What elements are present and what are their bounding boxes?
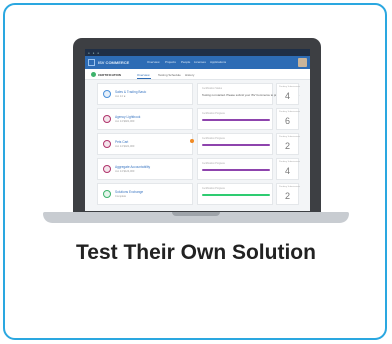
certification-icon (91, 72, 96, 77)
app-badge-icon (103, 90, 111, 98)
window-titlebar: ● ● ● (85, 49, 310, 56)
item-name[interactable]: Agency Lightbook (115, 115, 140, 119)
item-summary[interactable]: Solutions Exchange Complete (97, 183, 193, 205)
item-summary[interactable]: Pets Cart Jun 14 $421,000 (97, 133, 194, 155)
page-title: CERTIFICATION (98, 72, 121, 77)
status-label: Certification Status (202, 87, 223, 90)
item-status: Certification Status Testing not started.… (197, 83, 299, 105)
list-item[interactable]: Sales & Trading Basic Jun 14 ★ Certificati… (97, 83, 301, 105)
item-meta: Jun 14 $921,000 (115, 120, 135, 123)
progress-bar (202, 144, 270, 146)
nav-item-licenses[interactable]: Licenses (194, 60, 206, 64)
item-name[interactable]: Solutions Exchange (115, 190, 143, 194)
nav-item-applications[interactable]: Applications (210, 60, 226, 64)
item-summary[interactable]: Aggregate Accountability Jun 14 $124,000 (97, 158, 193, 180)
item-summary[interactable]: Sales & Trading Basic Jun 14 ★ (97, 83, 193, 105)
count-label: Pending Submissions (279, 186, 301, 188)
app-badge-icon (103, 115, 111, 123)
item-meta: Jun 14 ★ (115, 95, 126, 98)
count-label: Pending Submissions (279, 111, 301, 113)
list-item[interactable]: Pets Cart Jun 14 $421,000 Certification Pr… (97, 133, 301, 155)
nav-item-people[interactable]: People (181, 60, 190, 64)
card-caption: Test Their Own Solution (76, 241, 316, 264)
list-item[interactable]: Solutions Exchange Complete Certification … (97, 183, 301, 205)
list-item[interactable]: Aggregate Accountability Jun 14 $124,000 C… (97, 158, 301, 180)
laptop-notch (172, 212, 220, 216)
item-name[interactable]: Sales & Trading Basic (115, 90, 146, 94)
item-count: Pending Submissions 4 (276, 83, 301, 105)
item-status: Certification Progress (197, 133, 273, 155)
list-item[interactable]: Agency Lightbook Jun 14 $921,000 Certifica… (97, 108, 301, 130)
progress-bar (202, 169, 270, 171)
item-status: Certification Progress (197, 108, 273, 130)
avatar[interactable] (298, 58, 307, 67)
app-badge-icon (103, 190, 111, 198)
app-badge-icon (103, 140, 111, 148)
status-label: Certification Progress (202, 112, 225, 115)
tab-overview[interactable]: Overview (137, 73, 150, 77)
item-name[interactable]: Pets Cart (115, 140, 128, 144)
active-tab-indicator (137, 78, 151, 79)
app-brand: ISV COMMERCE (98, 60, 130, 65)
item-count: Pending Submissions 2 (276, 183, 301, 205)
item-count: Pending Submissions 4 (276, 158, 301, 180)
nav-item-overview[interactable]: Overview (147, 60, 160, 64)
app-badge-icon (103, 165, 111, 173)
nav-item-projects[interactable]: Projects (165, 60, 176, 64)
item-status: Certification Progress (197, 183, 273, 205)
item-meta: Complete (115, 195, 127, 198)
status-label: Certification Progress (202, 162, 225, 165)
count-value: 2 (284, 141, 290, 151)
subheader: CERTIFICATION Overview Testing Schedule … (85, 69, 310, 80)
item-status: Certification Progress (197, 158, 273, 180)
count-value: 2 (284, 191, 290, 201)
count-label: Pending Submissions (279, 161, 301, 163)
tab-testing-schedule[interactable]: Testing Schedule (158, 73, 181, 77)
app-navbar: ISV COMMERCE Overview Projects People Li… (85, 56, 310, 69)
warning-icon (190, 139, 194, 143)
count-label: Pending Submissions (279, 86, 301, 88)
count-label: Pending Submissions (279, 136, 301, 138)
window-controls-icon: ● ● ● (88, 51, 101, 55)
progress-bar (202, 194, 270, 196)
tab-history[interactable]: History (185, 73, 194, 77)
app-logo-icon (88, 59, 95, 66)
item-name[interactable]: Aggregate Accountability (115, 165, 150, 169)
item-summary[interactable]: Agency Lightbook Jun 14 $921,000 (97, 108, 193, 130)
count-value: 4 (284, 166, 290, 176)
item-meta: Jun 14 $124,000 (115, 170, 135, 173)
count-value: 6 (284, 116, 290, 126)
count-value: 4 (284, 91, 290, 101)
status-label: Certification Progress (202, 187, 225, 190)
laptop-screen: ● ● ● ISV COMMERCE Overview Projects Peo… (85, 49, 310, 211)
item-count: Pending Submissions 6 (276, 108, 301, 130)
progress-bar (202, 119, 270, 121)
status-label: Certification Progress (202, 137, 225, 140)
item-meta: Jun 14 $421,000 (115, 145, 135, 148)
item-count: Pending Submissions 2 (276, 133, 301, 155)
